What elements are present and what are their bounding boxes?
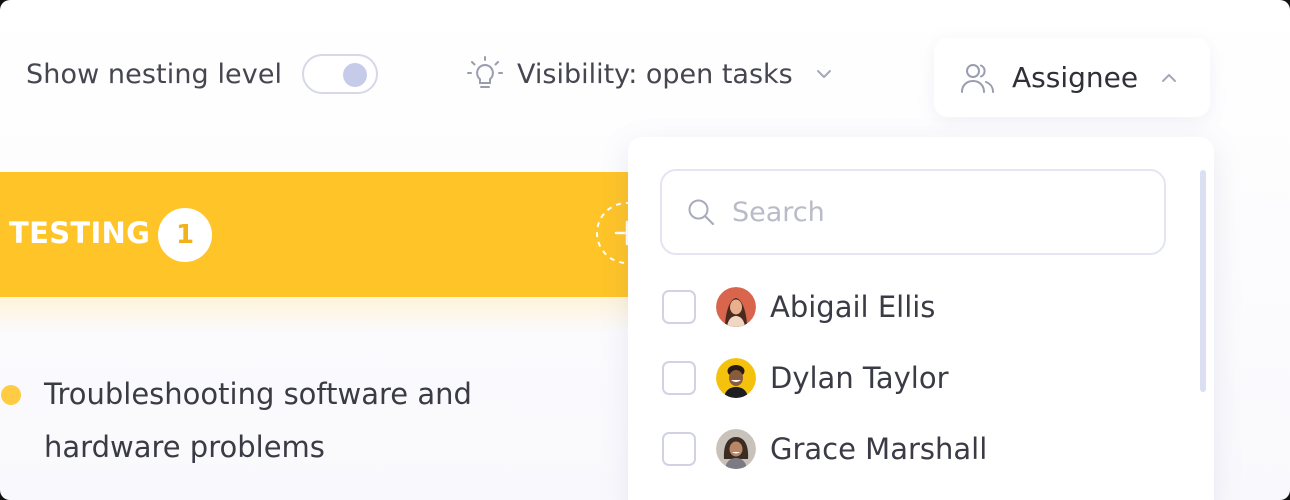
avatar-abigail-ellis (716, 287, 756, 327)
assignee-name: Abigail Ellis (770, 290, 936, 324)
assignee-name: Grace Marshall (770, 432, 988, 466)
avatar-dylan-taylor (716, 358, 756, 398)
task-status-dot (1, 385, 21, 405)
assignee-dropdown: Abigail Ellis Dylan Taylor (628, 137, 1214, 500)
avatar-grace-marshall (716, 429, 756, 469)
assignee-filter-button[interactable]: Assignee (934, 38, 1210, 117)
search-box[interactable] (660, 169, 1166, 255)
assignee-checkbox[interactable] (662, 432, 696, 466)
users-icon (961, 63, 994, 93)
column-title: TESTING (9, 216, 151, 250)
assignee-label: Assignee (1012, 61, 1139, 94)
assignee-option-grace-marshall[interactable]: Grace Marshall (662, 427, 987, 471)
nesting-level-control: Show nesting level (26, 54, 379, 94)
column-header-shadow (0, 297, 660, 333)
visibility-label: Visibility: open tasks (517, 58, 793, 90)
nesting-level-label: Show nesting level (26, 58, 283, 90)
nesting-level-toggle[interactable] (302, 54, 379, 94)
lightbulb-icon (467, 56, 503, 88)
assignee-option-abigail-ellis[interactable]: Abigail Ellis (662, 285, 935, 329)
assignee-name: Dylan Taylor (770, 361, 949, 395)
chevron-down-icon (816, 70, 831, 78)
task-title[interactable]: Troubleshooting software and hardware pr… (44, 368, 564, 474)
search-icon (688, 199, 715, 226)
column-task-count: 1 (158, 208, 212, 262)
assignee-checkbox[interactable] (662, 361, 696, 395)
assignee-option-dylan-taylor[interactable]: Dylan Taylor (662, 356, 949, 400)
visibility-filter[interactable]: Visibility: open tasks (467, 54, 835, 94)
search-input[interactable] (730, 195, 1114, 229)
assignee-checkbox[interactable] (662, 290, 696, 324)
dropdown-scrollbar[interactable] (1200, 170, 1206, 392)
app-canvas: Show nesting level Visibility: open task… (0, 0, 1290, 500)
chevron-up-icon (1162, 73, 1177, 82)
toggle-knob (343, 63, 368, 87)
